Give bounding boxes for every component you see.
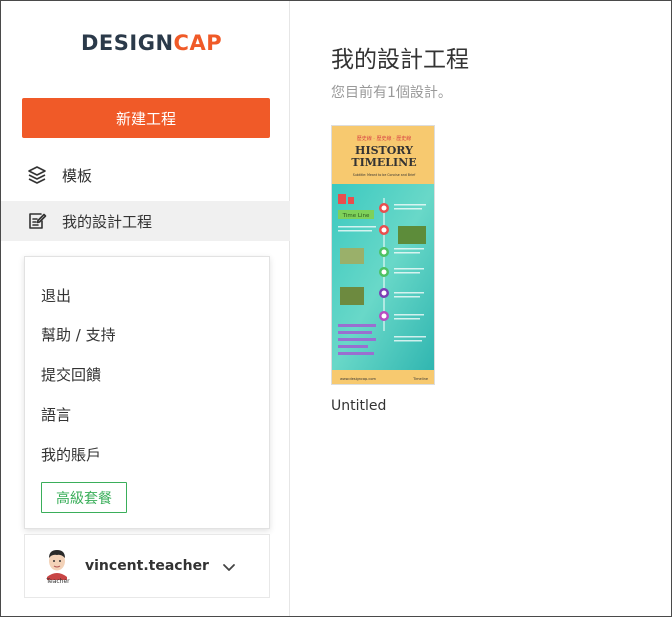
menu-item-language[interactable]: 語言 [41,404,71,425]
design-thumbnail[interactable]: 歷史線 · 歷史線 · 歷史線 HISTORY TIMELINE Subtitl… [331,125,435,385]
premium-plan-button[interactable]: 高級套餐 [41,482,127,513]
preview-subtitle: Subtitle: Meant to be Concise and Brief [353,173,416,177]
sidebar-item-label: 我的設計工程 [62,212,153,231]
menu-item-logout[interactable]: 退出 [41,285,71,306]
logo-text-design: DESIGN [81,31,174,55]
preview-label: Time Line [342,213,370,219]
designcap-logo[interactable]: DESIGNCAP [81,31,222,55]
edit-document-icon [26,210,48,232]
preview-footer-right: Timeline [412,377,428,381]
preview-top-text: 歷史線 · 歷史線 · 歷史線 [357,135,412,142]
design-name[interactable]: Untitled [331,398,386,414]
menu-item-feedback[interactable]: 提交回饋 [41,364,101,385]
avatar-caption: Teacher [46,578,70,585]
sidebar-item-my-projects[interactable]: 我的設計工程 [1,201,290,241]
username: vincent.teacher@... [85,558,209,574]
account-dropdown-menu: 退出 幫助 / 支持 提交回饋 語言 我的賬戶 高級套餐 [24,256,270,529]
menu-item-help-support[interactable]: 幫助 / 支持 [41,324,116,345]
preview-footer-left: www.designcap.com [340,377,376,381]
sidebar-item-label: 模板 [62,166,93,185]
logo-text-cap: CAP [173,31,223,55]
design-count-text: 您目前有1個設計。 [331,85,452,101]
layers-icon [26,164,48,186]
avatar: Teacher [43,547,71,587]
menu-item-my-account[interactable]: 我的賬戶 [41,444,101,465]
user-account-toggle[interactable]: Teacher vincent.teacher@... [24,534,270,598]
new-project-button[interactable]: 新建工程 [22,98,270,138]
sidebar-item-templates[interactable]: 模板 [1,155,290,195]
design-preview-image: 歷史線 · 歷史線 · 歷史線 HISTORY TIMELINE Subtitl… [332,126,434,384]
sidebar: DESIGNCAP 新建工程 模板 我的設計工程 退出 幫助 / 支持 提交回饋… [1,1,290,616]
chevron-down-icon[interactable] [222,559,238,575]
preview-heading-2: TIMELINE [351,156,416,169]
page-title: 我的設計工程 [331,47,469,73]
